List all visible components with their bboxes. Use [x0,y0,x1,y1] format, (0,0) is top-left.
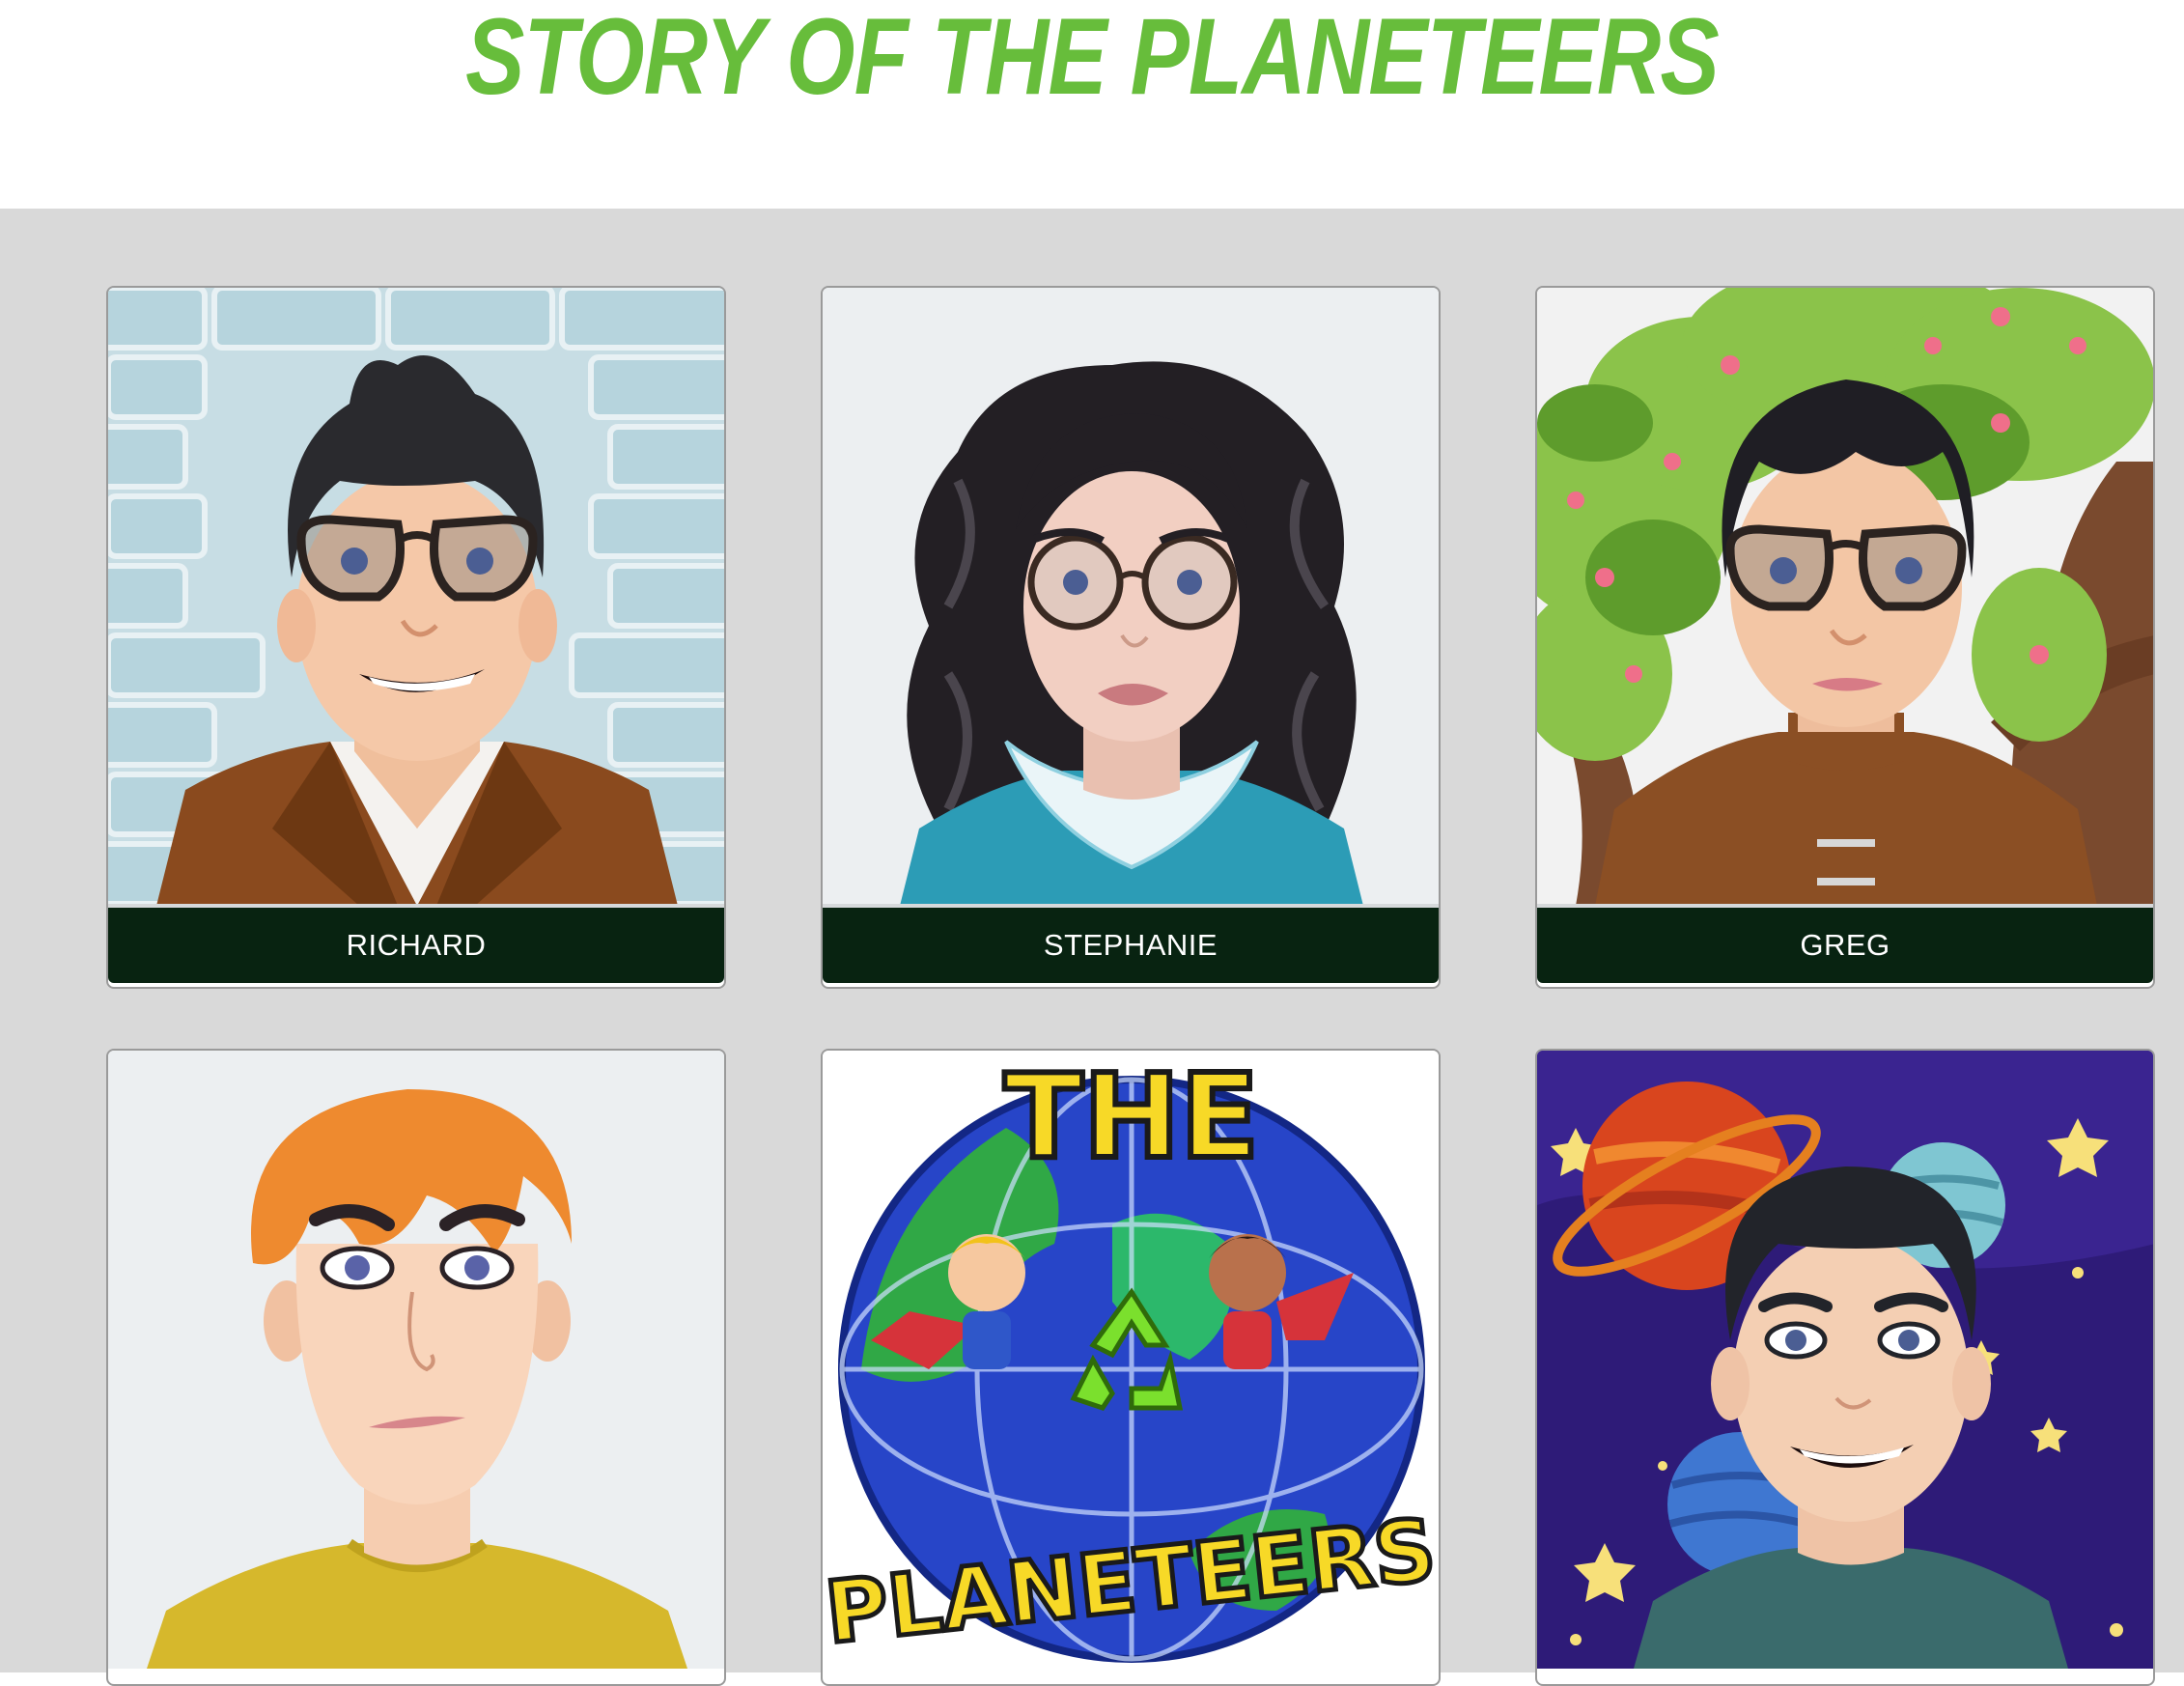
avatar-orange-hair-image[interactable] [108,1051,724,1669]
the-planeteers-logo-icon: THE PLANETEERS [823,1051,1439,1669]
character-card-5[interactable]: THE PLANETEERS [821,1049,1441,1686]
avatar-man-orange-hair-icon [108,1051,724,1669]
page-title: STORY OF THE PLANETEERS [465,0,1720,117]
character-card-stephanie[interactable]: STEPHANIE [821,286,1441,989]
planeteers-logo-image[interactable]: THE PLANETEERS [823,1051,1439,1669]
character-card-richard[interactable]: RICHARD [106,286,726,989]
avatar-woman-curly-hair-glasses-icon [823,288,1439,906]
character-name-label[interactable]: STEPHANIE [823,908,1439,983]
character-name-label[interactable]: RICHARD [108,908,724,983]
avatar-man-glasses-brick-wall-icon [108,288,724,906]
avatar-stephanie-image[interactable] [823,288,1439,906]
character-name-label[interactable]: GREG [1537,908,2153,983]
page-header: STORY OF THE PLANETEERS [0,0,2184,209]
avatar-greg-image[interactable] [1537,288,2153,906]
character-card-4[interactable] [106,1049,726,1686]
avatar-man-glasses-tree-icon [1537,288,2153,906]
character-card-6[interactable] [1535,1049,2155,1686]
avatar-space-image[interactable] [1537,1051,2153,1669]
character-card-greg[interactable]: GREG [1535,286,2155,989]
avatar-richard-image[interactable] [108,288,724,906]
logo-text-top: THE [1004,1051,1259,1185]
character-gallery: RICHARD STEPHANIE GREG THE PLANETEERS [0,209,2184,1686]
avatar-man-space-planets-icon [1537,1051,2153,1669]
